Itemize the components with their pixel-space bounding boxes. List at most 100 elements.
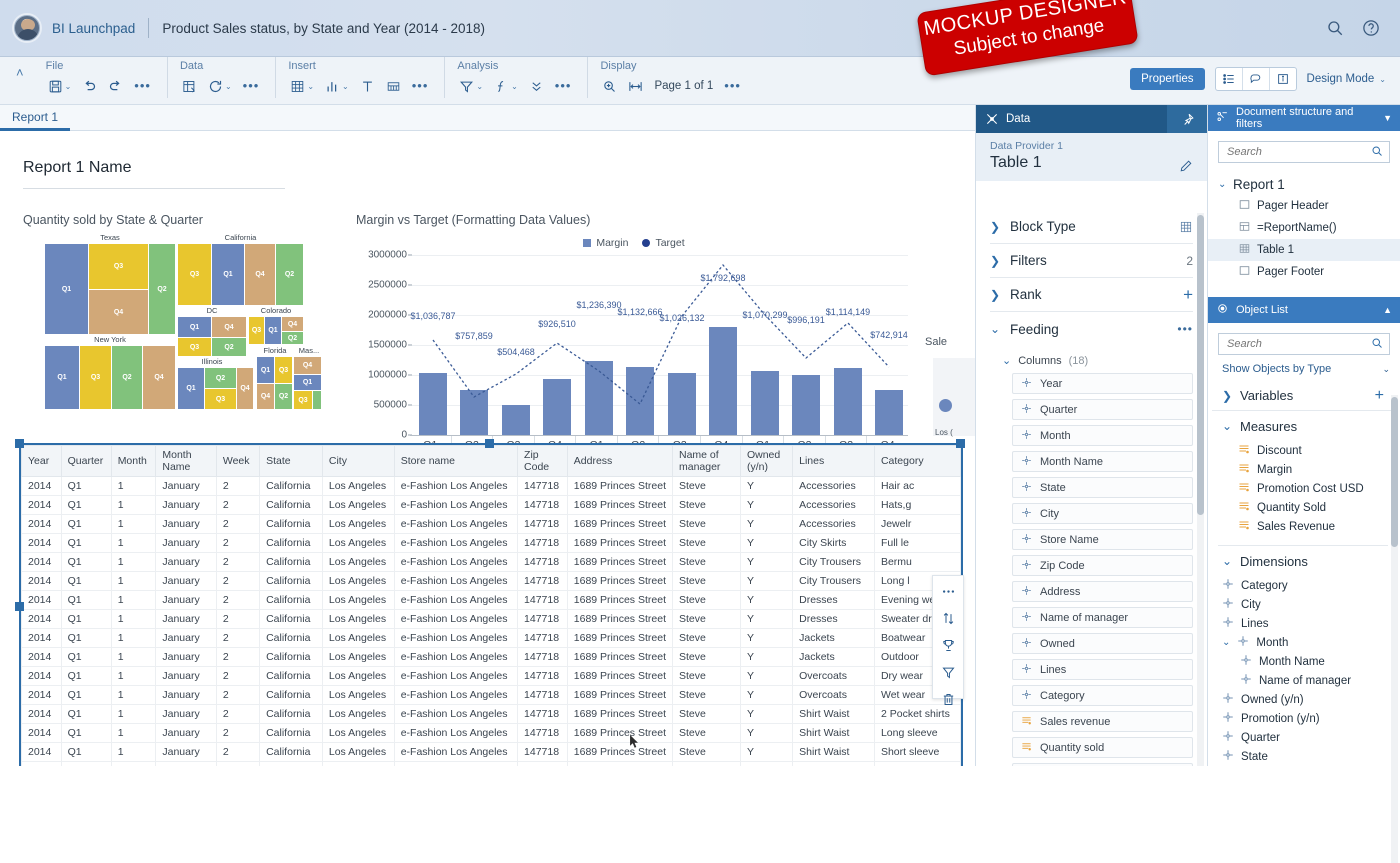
- table-cell[interactable]: 2: [215, 533, 261, 553]
- table-cell[interactable]: Q1: [60, 609, 112, 629]
- feeding-field-dimension[interactable]: Quarter: [1012, 399, 1193, 420]
- table-cell[interactable]: e-Fashion Los Angeles: [393, 552, 519, 572]
- table-cell[interactable]: Steve: [671, 514, 741, 534]
- table-context-toolbar[interactable]: [932, 575, 964, 705]
- table-cell[interactable]: Y: [739, 666, 794, 686]
- table-cell[interactable]: Steve: [671, 647, 741, 667]
- table-cell[interactable]: Dresses: [792, 590, 875, 610]
- dimension-list[interactable]: Category City Lines ⌄ Month Month Name Name of…: [1222, 576, 1392, 766]
- object-list-dimension[interactable]: Lines: [1222, 614, 1392, 633]
- table-cell[interactable]: January: [155, 742, 217, 762]
- table-cell[interactable]: 1: [110, 628, 157, 648]
- table-cell[interactable]: California: [259, 533, 323, 553]
- table-row[interactable]: 2014Q11January2CaliforniaLos Angelese-Fa…: [21, 571, 961, 591]
- measure-list[interactable]: Discount Margin Promotion Cost USD Quantity…: [1238, 441, 1392, 536]
- columns-subheader[interactable]: ⌄ Columns (18): [1002, 354, 1193, 368]
- table-cell[interactable]: California: [259, 723, 323, 743]
- table-cell[interactable]: e-Fashion Los Angeles: [393, 647, 519, 667]
- table-column-header[interactable]: Name of manager: [671, 445, 741, 477]
- object-list-measure[interactable]: Margin: [1238, 460, 1392, 479]
- table-cell[interactable]: Los Angeles: [321, 723, 395, 743]
- table-cell[interactable]: Q1: [60, 666, 112, 686]
- table-cell[interactable]: 2014: [21, 742, 62, 762]
- table-cell[interactable]: January: [155, 552, 217, 572]
- table-cell[interactable]: Overcoats: [792, 666, 875, 686]
- object-list-tree[interactable]: ❯ Variables + ⌄ Measures Discount Margin P…: [1212, 381, 1392, 766]
- table-cell[interactable]: 2: [215, 628, 261, 648]
- feeding-field-dimension[interactable]: Lines: [1012, 659, 1193, 680]
- object-list-dimension[interactable]: Month Name: [1222, 652, 1392, 671]
- table-cell[interactable]: 1: [110, 495, 157, 515]
- table-cell[interactable]: Los Angeles: [321, 742, 395, 762]
- table-cell[interactable]: Los Angeles: [321, 647, 395, 667]
- delete-icon[interactable]: [941, 692, 956, 710]
- table-cell[interactable]: California: [259, 495, 323, 515]
- table-cell[interactable]: 1: [110, 723, 157, 743]
- table-cell[interactable]: 1689 Princes Street: [566, 742, 673, 762]
- table-cell[interactable]: 2014: [21, 571, 62, 591]
- table-column-header[interactable]: Lines: [792, 445, 875, 477]
- table-cell[interactable]: January: [155, 571, 217, 591]
- table-row[interactable]: 2014Q11January2CaliforniaLos Angelese-Fa…: [21, 761, 961, 766]
- table-cell[interactable]: 2014: [21, 647, 62, 667]
- table-cell[interactable]: Y: [739, 571, 794, 591]
- table-column-header[interactable]: Owned (y/n): [739, 445, 794, 477]
- table-cell[interactable]: Accessories: [792, 476, 875, 496]
- table-cell[interactable]: January: [155, 628, 217, 648]
- redo-button[interactable]: [104, 75, 127, 97]
- table-cell[interactable]: 2: [215, 666, 261, 686]
- analysis-more-icon[interactable]: •••: [551, 75, 576, 97]
- table-cell[interactable]: City Skirts: [792, 533, 875, 553]
- data-provider-icon[interactable]: [178, 75, 201, 97]
- table-cell[interactable]: Q1: [60, 495, 112, 515]
- table-cell[interactable]: January: [155, 685, 217, 705]
- table-cell[interactable]: 1689 Princes Street: [566, 685, 673, 705]
- table-cell[interactable]: Long sleeve: [873, 723, 961, 743]
- table-cell[interactable]: Steve: [671, 761, 741, 766]
- table-cell[interactable]: 1689 Princes Street: [566, 647, 673, 667]
- table-cell[interactable]: City Trousers: [792, 571, 875, 591]
- table-cell[interactable]: 1689 Princes Street: [566, 590, 673, 610]
- table-cell[interactable]: 2014: [21, 628, 62, 648]
- table-cell[interactable]: California: [259, 476, 323, 496]
- table-cell[interactable]: e-Fashion Los Angeles: [393, 742, 519, 762]
- table-cell[interactable]: 1: [110, 742, 157, 762]
- filter-icon[interactable]: [941, 665, 956, 683]
- table-cell[interactable]: 1689 Princes Street: [566, 704, 673, 724]
- feeding-field-measure[interactable]: Sales revenue: [1012, 711, 1193, 732]
- table-column-header[interactable]: Store name: [393, 445, 519, 477]
- table-cell[interactable]: 147718: [517, 685, 568, 705]
- table-cell[interactable]: 2: [215, 495, 261, 515]
- table-cell[interactable]: e-Fashion Los Angeles: [393, 685, 519, 705]
- help-icon[interactable]: [1362, 19, 1380, 37]
- table-cell[interactable]: 1689 Princes Street: [566, 609, 673, 629]
- table-cell[interactable]: Y: [739, 742, 794, 762]
- chart-treemap[interactable]: Quantity sold by State & Quarter Texas Q…: [23, 213, 333, 413]
- table-cell[interactable]: January: [155, 704, 217, 724]
- table-cell[interactable]: 1: [110, 514, 157, 534]
- table-cell[interactable]: Q1: [60, 628, 112, 648]
- table-cell[interactable]: Y: [739, 514, 794, 534]
- table-column-header[interactable]: Category: [873, 445, 961, 477]
- table-cell[interactable]: Steve: [671, 571, 741, 591]
- table-cell[interactable]: Y: [739, 628, 794, 648]
- save-button[interactable]: ⌄: [44, 75, 76, 97]
- table-cell[interactable]: Steve: [671, 476, 741, 496]
- table-cell[interactable]: Jackets: [792, 647, 875, 667]
- table-cell[interactable]: Q1: [60, 590, 112, 610]
- accordion-block-type[interactable]: ❯ Block Type: [990, 210, 1193, 244]
- table-cell[interactable]: Los Angeles: [321, 704, 395, 724]
- insert-chart-icon[interactable]: ⌄: [321, 75, 353, 97]
- table-cell[interactable]: Steve: [671, 590, 741, 610]
- table-cell[interactable]: 2: [215, 590, 261, 610]
- table-cell[interactable]: 2014: [21, 666, 62, 686]
- table-cell[interactable]: January: [155, 590, 217, 610]
- table-cell[interactable]: 2: [215, 609, 261, 629]
- table-cell[interactable]: Q1: [60, 742, 112, 762]
- table-cell[interactable]: Shirt Waist: [792, 723, 875, 743]
- table-cell[interactable]: 2014: [21, 761, 62, 766]
- bi-launchpad-link[interactable]: BI Launchpad: [52, 21, 135, 36]
- table-cell[interactable]: e-Fashion Los Angeles: [393, 723, 519, 743]
- data-panel-scrollbar[interactable]: [1197, 215, 1204, 515]
- table-cell[interactable]: Y: [739, 533, 794, 553]
